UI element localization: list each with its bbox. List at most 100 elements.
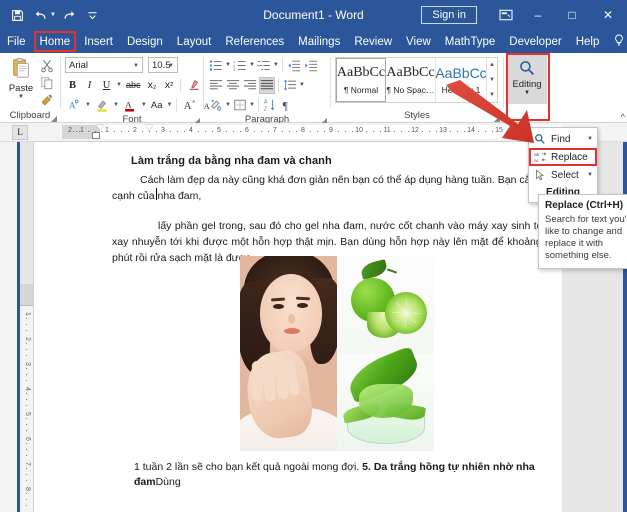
maximize-button[interactable]: □ xyxy=(555,0,589,30)
styles-dialog-launcher-icon[interactable]: ◢ xyxy=(494,114,500,123)
underline-dropdown-icon[interactable]: ▼ xyxy=(116,82,122,88)
format-painter-icon[interactable] xyxy=(38,92,55,107)
align-center-icon[interactable] xyxy=(225,77,241,94)
align-right-icon[interactable] xyxy=(242,77,258,94)
tab-mailings[interactable]: Mailings xyxy=(291,30,347,53)
numbering-icon[interactable]: 123 xyxy=(232,57,248,74)
tab-mathtype[interactable]: MathType xyxy=(438,30,503,53)
menu-item-select[interactable]: Select ▼ xyxy=(529,166,597,184)
font-size-combo[interactable]: 10.5 ▼ xyxy=(148,57,178,73)
cut-icon[interactable] xyxy=(38,58,55,73)
styles-scroll-down-icon[interactable]: ▼ xyxy=(487,73,497,87)
document-content[interactable]: Làm trắng da bằng nha đam và chanh Cách … xyxy=(34,142,562,512)
left-indent-marker[interactable] xyxy=(92,132,100,139)
styles-more-icon[interactable]: ▼ xyxy=(487,88,497,102)
superscript-button[interactable]: x² xyxy=(161,77,176,94)
vertical-ruler-tick-dot xyxy=(26,474,27,475)
clear-formatting-icon[interactable] xyxy=(185,77,203,94)
font-name-combo[interactable]: Arial ▼ xyxy=(65,57,143,73)
font-size-caret-icon[interactable]: ▼ xyxy=(168,63,174,69)
show-formatting-marks-icon[interactable]: ¶ xyxy=(279,97,295,114)
editing-dropdown-icon[interactable]: ▼ xyxy=(524,90,530,97)
borders-icon[interactable] xyxy=(232,97,248,114)
tab-layout[interactable]: Layout xyxy=(170,30,219,53)
sign-in-button[interactable]: Sign in xyxy=(421,6,477,24)
sort-icon[interactable]: AZ xyxy=(262,97,278,114)
tab-insert[interactable]: Insert xyxy=(77,30,120,53)
hanging-indent-marker[interactable] xyxy=(145,125,153,131)
undo-dropdown-icon[interactable]: ▼ xyxy=(50,12,56,18)
document-page[interactable]: Làm trắng da bằng nha đam và chanh Cách … xyxy=(34,142,562,512)
undo-icon[interactable] xyxy=(30,4,52,26)
close-button[interactable]: ✕ xyxy=(589,0,627,30)
line-spacing-dropdown-icon[interactable]: ▼ xyxy=(299,82,305,88)
align-left-icon[interactable] xyxy=(208,77,224,94)
subscript-button[interactable]: x₂ xyxy=(144,77,159,94)
strikethrough-button[interactable]: abc xyxy=(124,77,143,94)
highlight-dropdown-icon[interactable]: ▼ xyxy=(113,102,119,108)
find-submenu-caret-icon[interactable]: ▼ xyxy=(587,136,593,142)
text-effects-dropdown-icon[interactable]: ▼ xyxy=(85,102,91,108)
tab-file[interactable]: File xyxy=(0,30,33,53)
italic-button[interactable]: I xyxy=(82,77,97,94)
tab-home[interactable]: Home xyxy=(33,30,78,53)
editing-button[interactable]: Editing ▼ xyxy=(507,54,547,104)
style-normal[interactable]: AaBbCс ¶ Normal xyxy=(336,58,386,102)
decrease-indent-icon[interactable] xyxy=(286,57,302,74)
bullets-dropdown-icon[interactable]: ▼ xyxy=(225,62,231,68)
menu-item-find[interactable]: Find ▼ xyxy=(529,130,597,148)
increase-indent-icon[interactable] xyxy=(303,57,319,74)
horizontal-ruler[interactable]: 21123456789101112131415 xyxy=(62,125,562,139)
tab-developer[interactable]: Developer xyxy=(502,30,568,53)
font-name-caret-icon[interactable]: ▼ xyxy=(133,63,139,69)
vertical-ruler[interactable]: 12345678910111213 xyxy=(20,284,34,512)
ruler-tick-dot xyxy=(240,131,241,132)
style-heading-1[interactable]: AaBbCс Heading 1 xyxy=(436,58,486,102)
multilevel-list-icon[interactable] xyxy=(256,57,272,74)
paste-dropdown-icon[interactable]: ▼ xyxy=(18,94,24,100)
underline-button[interactable]: U xyxy=(99,77,114,94)
change-case-dropdown-icon[interactable]: ▼ xyxy=(166,102,172,108)
shading-dropdown-icon[interactable]: ▼ xyxy=(225,102,231,108)
minimize-button[interactable]: – xyxy=(521,0,555,30)
tab-stop-selector[interactable]: L xyxy=(12,125,28,140)
bold-button[interactable]: B xyxy=(65,77,80,94)
text-effects-icon[interactable]: A xyxy=(65,97,83,114)
tab-references[interactable]: References xyxy=(218,30,291,53)
select-submenu-caret-icon[interactable]: ▼ xyxy=(587,172,593,178)
redo-icon[interactable] xyxy=(58,4,80,26)
ribbon-group-styles: AaBbCс ¶ Normal AaBbCс ¶ No Spac… AaBbCс… xyxy=(331,53,503,123)
bullets-icon[interactable] xyxy=(208,57,224,74)
tab-view[interactable]: View xyxy=(399,30,438,53)
change-case-button[interactable]: Aa xyxy=(149,97,165,114)
borders-dropdown-icon[interactable]: ▼ xyxy=(249,102,255,108)
justify-icon[interactable] xyxy=(259,77,275,94)
tab-review[interactable]: Review xyxy=(347,30,399,53)
document-image-collage[interactable] xyxy=(240,256,434,451)
customize-quick-access-toolbar-icon[interactable] xyxy=(82,4,104,26)
tab-design[interactable]: Design xyxy=(120,30,170,53)
style-no-spacing[interactable]: AaBbCс ¶ No Spac… xyxy=(386,58,436,102)
font-color-dropdown-icon[interactable]: ▼ xyxy=(141,102,147,108)
grow-font-icon[interactable]: A xyxy=(181,97,198,114)
styles-scroll-up-icon[interactable]: ▲ xyxy=(487,58,497,72)
text-highlight-icon[interactable] xyxy=(93,97,111,114)
ribbon-display-options-icon[interactable] xyxy=(491,0,521,30)
shading-icon[interactable] xyxy=(208,97,224,114)
vertical-ruler-ticks: 12345678910111213 xyxy=(20,306,34,512)
tab-help[interactable]: Help xyxy=(569,30,607,53)
first-line-indent-marker[interactable] xyxy=(96,125,104,130)
collapse-ribbon-icon[interactable]: ^ xyxy=(621,112,625,122)
numbering-dropdown-icon[interactable]: ▼ xyxy=(249,62,255,68)
clipboard-dialog-launcher-icon[interactable]: ◢ xyxy=(51,114,57,123)
vertical-ruler-tick-dot xyxy=(26,399,27,400)
multilevel-dropdown-icon[interactable]: ▼ xyxy=(273,62,279,68)
menu-item-replace[interactable]: abac Replace xyxy=(529,148,597,166)
copy-icon[interactable] xyxy=(38,75,55,90)
line-spacing-icon[interactable] xyxy=(282,77,298,94)
paste-button[interactable]: Paste ▼ xyxy=(4,55,38,100)
search-box[interactable]: Search xyxy=(606,34,627,49)
font-color-icon[interactable]: A xyxy=(121,97,139,114)
styles-gallery: AaBbCс ¶ Normal AaBbCс ¶ No Spac… AaBbCс… xyxy=(335,57,498,103)
save-icon[interactable] xyxy=(6,4,28,26)
